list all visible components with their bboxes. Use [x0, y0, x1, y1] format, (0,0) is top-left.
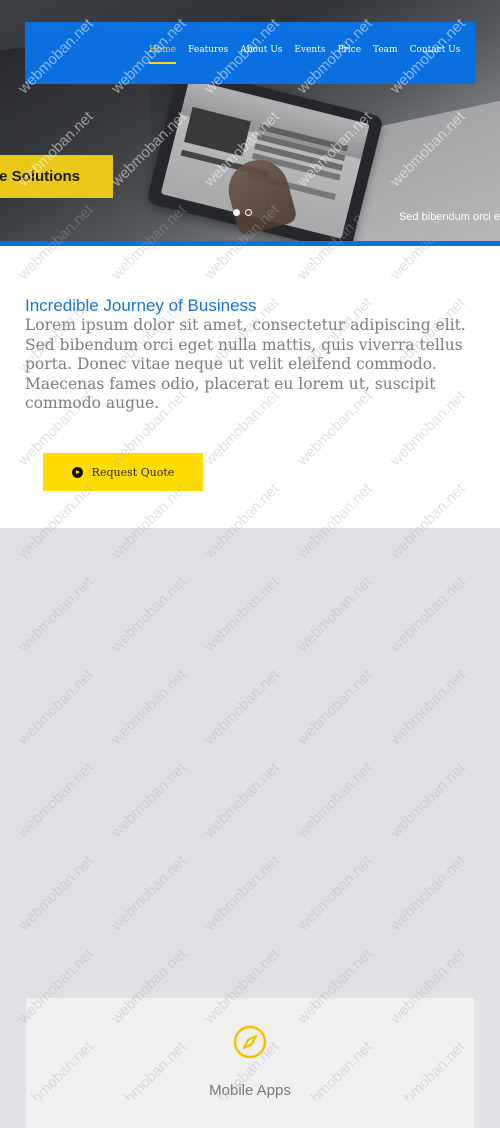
nav-item-price[interactable]: Price	[337, 45, 361, 55]
request-quote-button[interactable]: Request Quote	[43, 453, 203, 491]
hero-slider: Home Features About Us Events Price Team…	[0, 0, 500, 241]
watermark-text: webmoban.net	[294, 666, 376, 749]
slider-dot-1[interactable]	[233, 209, 240, 216]
nav-item-events[interactable]: Events	[294, 45, 325, 55]
watermark-text: webmoban.net	[387, 666, 469, 749]
watermark-text: webmoban.net	[15, 666, 97, 749]
top-navbar: Home Features About Us Events Price Team…	[25, 22, 475, 84]
nav-item-contact-us[interactable]: Contact Us	[410, 45, 461, 55]
hero-caption: le Solutions	[0, 155, 113, 198]
nav-item-team[interactable]: Team	[373, 45, 398, 55]
watermark-text: webmoban.net	[387, 573, 469, 656]
compass-icon	[233, 1025, 267, 1059]
slider-pagination	[233, 209, 257, 216]
watermark-text: webmoban.net	[108, 666, 190, 749]
intro-section: Incredible Journey of Business Lorem ips…	[0, 246, 500, 528]
watermark-text: webmoban.net	[201, 666, 283, 749]
watermark-text: webmoban.net	[294, 852, 376, 935]
watermark-text: webmoban.net	[294, 573, 376, 656]
watermark-text: webmoban.net	[201, 759, 283, 842]
nav-menu: Home Features About Us Events Price Team…	[149, 45, 461, 64]
watermark-text: webmoban.net	[387, 759, 469, 842]
watermark-text: webmoban.net	[201, 573, 283, 656]
nav-item-about-us[interactable]: About Us	[240, 45, 282, 55]
watermark-text: webmoban.net	[108, 759, 190, 842]
watermark-text: webmoban.net	[15, 759, 97, 842]
watermark-text: webmoban.net	[387, 852, 469, 935]
watermark-text: webmoban.net	[201, 852, 283, 935]
intro-body: Lorem ipsum dolor sit amet, consectetur …	[25, 316, 466, 412]
play-circle-icon	[71, 466, 83, 478]
watermark-text: webmoban.net	[15, 852, 97, 935]
service-card-mobile-apps: Mobile Apps	[26, 998, 474, 1128]
nav-item-home[interactable]: Home	[149, 45, 177, 64]
watermark-text: webmoban.net	[15, 573, 97, 656]
request-quote-label: Request Quote	[91, 465, 175, 479]
watermark-text: webmoban.net	[108, 852, 190, 935]
slider-dot-2[interactable]	[245, 209, 252, 216]
watermark-text: webmoban.net	[294, 759, 376, 842]
hero-subtext: Sed bibendum orci e	[399, 211, 500, 223]
intro-title: Incredible Journey of Business	[25, 296, 257, 315]
watermark-text: webmoban.net	[108, 573, 190, 656]
nav-item-features[interactable]: Features	[188, 45, 228, 55]
service-card-title: Mobile Apps	[209, 1082, 291, 1099]
